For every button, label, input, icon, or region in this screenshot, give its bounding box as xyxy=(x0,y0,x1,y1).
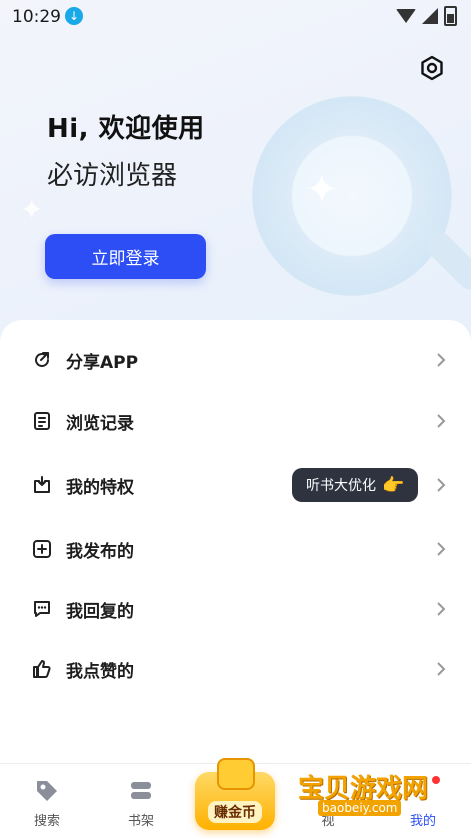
menu-item-my-replies[interactable]: 我回复的 xyxy=(0,579,471,639)
battery-icon xyxy=(444,6,457,26)
wifi-icon xyxy=(396,9,416,23)
chevron-right-icon xyxy=(434,662,448,676)
menu-label: 我回复的 xyxy=(66,601,134,622)
watermark-url: baobeiy.com xyxy=(318,800,402,816)
menu-label: 浏览记录 xyxy=(66,413,134,434)
add-post-icon xyxy=(31,538,53,560)
nav-item-bookshelf[interactable]: 书架 xyxy=(111,778,171,829)
download-icon: ↓ xyxy=(65,7,83,25)
login-button[interactable]: 立即登录 xyxy=(45,234,206,279)
coin-icon xyxy=(217,758,255,790)
menu-item-history[interactable]: 浏览记录 xyxy=(0,391,471,451)
menu-label: 分享APP xyxy=(66,352,139,373)
earn-coins-button[interactable]: 赚金币 xyxy=(195,758,275,830)
pointing-hand-icon: 👉 xyxy=(382,474,405,496)
chevron-right-icon xyxy=(434,542,448,556)
tag-icon xyxy=(34,778,60,804)
sparkle-icon: ✦ xyxy=(20,193,44,226)
status-time: 10:29 xyxy=(12,7,61,27)
comment-icon xyxy=(31,598,53,620)
history-icon xyxy=(31,410,53,432)
sparkle-icon: ✦ xyxy=(305,167,339,213)
settings-icon[interactable] xyxy=(418,54,446,82)
chevron-right-icon xyxy=(434,602,448,616)
promo-tooltip[interactable]: 听书大优化 👉 xyxy=(292,468,419,502)
menu-item-share-app[interactable]: 分享APP xyxy=(0,330,471,390)
chevron-right-icon xyxy=(434,478,448,492)
chevron-right-icon xyxy=(434,353,448,367)
notification-dot xyxy=(432,776,440,784)
signal-icon xyxy=(422,8,438,24)
thumbs-up-icon xyxy=(31,658,53,680)
hero-subtitle: 必访浏览器 xyxy=(47,161,178,191)
chevron-right-icon xyxy=(434,414,448,428)
menu-label: 我点赞的 xyxy=(66,661,134,682)
earn-label: 赚金币 xyxy=(208,801,262,823)
menu-item-my-posts[interactable]: 我发布的 xyxy=(0,519,471,579)
status-bar: 10:29 ↓ xyxy=(0,0,471,34)
nav-label: 搜索 xyxy=(33,814,60,829)
hero-title: Hi, 欢迎使用 xyxy=(47,114,205,144)
nav-label: 我的 xyxy=(409,814,436,829)
nav-label: 视 xyxy=(321,814,335,829)
magnifier-handle xyxy=(421,227,471,295)
bookshelf-icon xyxy=(128,778,154,804)
magnifier-illustration xyxy=(252,96,452,296)
menu-label: 我的特权 xyxy=(66,477,134,498)
tooltip-text: 听书大优化 xyxy=(306,478,376,494)
privilege-icon xyxy=(31,474,53,496)
nav-label: 书架 xyxy=(127,814,154,829)
status-icons xyxy=(396,6,457,26)
menu-item-my-likes[interactable]: 我点赞的 xyxy=(0,639,471,699)
nav-item-search[interactable]: 搜索 xyxy=(17,778,77,829)
menu-label: 我发布的 xyxy=(66,541,134,562)
share-icon xyxy=(31,349,53,371)
